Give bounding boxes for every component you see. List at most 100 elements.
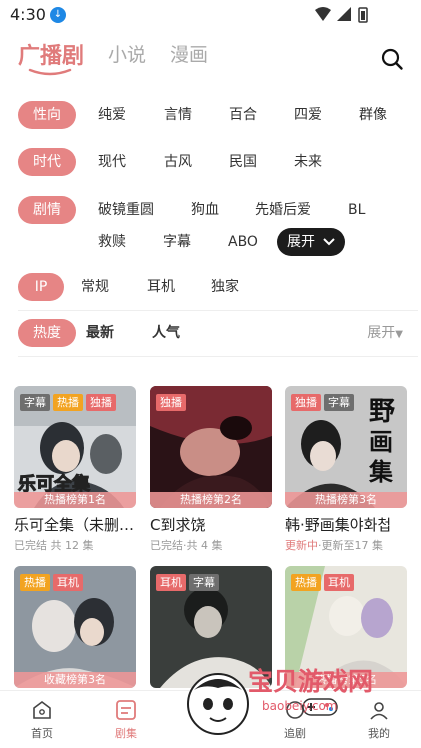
filter-era: 时代 现代 古风 民国 未来: [18, 148, 418, 176]
status-icons: [315, 7, 368, 23]
filter-option[interactable]: 狗血: [191, 196, 219, 224]
cover-title-art: 画: [369, 427, 393, 456]
watermark: 宝贝游戏网 baobeiy.com: [184, 652, 416, 744]
divider: [18, 356, 418, 357]
tag-headphones: 耳机: [324, 574, 354, 591]
sort-expand-button[interactable]: 展开▼: [367, 319, 403, 349]
tag-hot: 热播: [291, 574, 321, 591]
sort-row: 热度 最新 人气 展开▼: [18, 319, 421, 347]
rank-badge: 热播榜第1名: [14, 492, 136, 508]
filter-era-label[interactable]: 时代: [18, 148, 76, 176]
filter-plot-label[interactable]: 剧情: [18, 196, 76, 224]
tag-list: 独播: [156, 394, 186, 411]
filter-option[interactable]: 破镜重圆: [98, 196, 154, 224]
filter-option[interactable]: 现代: [98, 148, 126, 176]
watermark-mascot-icon: [187, 673, 249, 735]
card-title: 乐可全集（未删…: [14, 516, 135, 534]
sort-option-latest[interactable]: 最新: [86, 319, 114, 347]
filter-option[interactable]: 耳机: [147, 273, 175, 301]
filter-option[interactable]: 独家: [211, 273, 239, 301]
cover-image: 热播 耳机 收藏榜第3名: [14, 566, 136, 688]
tag-headphones: 耳机: [53, 574, 83, 591]
tag-subtitle: 字幕: [324, 394, 354, 411]
status-time: 4:30: [10, 5, 46, 24]
filter-option[interactable]: 古风: [164, 148, 192, 176]
caret-down-icon: ▼: [395, 329, 403, 340]
tab-comic[interactable]: 漫画: [170, 40, 208, 67]
chevron-down-icon: [323, 238, 336, 246]
divider: [18, 310, 418, 311]
nav-home[interactable]: 首页: [12, 699, 72, 741]
home-icon: [33, 701, 51, 719]
sort-option-popular[interactable]: 人气: [152, 319, 180, 347]
nav-home-label: 首页: [31, 727, 53, 740]
filter-option[interactable]: 民国: [229, 148, 257, 176]
tab-novel[interactable]: 小说: [108, 40, 146, 67]
tab-active-underline: [28, 68, 72, 76]
filter-ip: IP 常规 耳机 独家: [18, 273, 418, 301]
cover-image: 独播 热播榜第2名: [150, 386, 272, 508]
tag-list: 独播 字幕: [291, 394, 354, 411]
sort-option-hot[interactable]: 热度: [18, 319, 76, 347]
tag-exclusive: 独播: [291, 394, 321, 411]
card-subtitle: 更新中·更新至17 集: [285, 537, 383, 553]
drama-card[interactable]: 独播 热播榜第2名 C到求饶 已完结·共 4 集: [150, 386, 272, 556]
filter-ip-label[interactable]: IP: [18, 273, 64, 301]
filter-option[interactable]: 言情: [164, 101, 192, 129]
tag-exclusive: 独播: [156, 394, 186, 411]
filter-option[interactable]: 百合: [229, 101, 257, 129]
filter-option[interactable]: ABO: [228, 228, 258, 256]
card-episodes: 共 12 集: [47, 539, 94, 552]
tag-list: 热播 耳机: [291, 574, 354, 591]
tag-headphones: 耳机: [156, 574, 186, 591]
filter-option[interactable]: 常规: [81, 273, 109, 301]
filter-option[interactable]: 未来: [294, 148, 322, 176]
wifi-icon: [315, 7, 331, 21]
tab-audio-drama[interactable]: 广播剧: [18, 38, 84, 70]
episodes-icon: [116, 700, 136, 720]
download-icon: ↓: [50, 7, 66, 23]
watermark-url: baobeiy.com: [262, 699, 338, 713]
drama-card[interactable]: 野 画 集 独播 字幕 热播榜第3名 韩·野画集야화첩 更新中·更新至17 集: [285, 386, 407, 556]
status-bar: 4:30 ↓: [0, 0, 421, 30]
sort-expand-label: 展开: [367, 325, 396, 341]
filter-orientation-label[interactable]: 性向: [18, 101, 76, 129]
signal-icon: [337, 7, 351, 21]
filter-option[interactable]: 四爱: [294, 101, 322, 129]
drama-card[interactable]: 乐可全集 字幕 热播 独播 热播榜第1名 乐可全集（未删… 已完结 共 12 集: [14, 386, 136, 556]
tag-subtitle: 字幕: [20, 394, 50, 411]
cover-title-art: 野: [369, 397, 395, 427]
filter-option[interactable]: 群像: [359, 101, 387, 129]
card-episodes: ·更新至17 集: [318, 539, 383, 552]
filter-option[interactable]: 字幕: [163, 228, 191, 256]
filter-option[interactable]: BL: [348, 196, 365, 224]
nav-episodes-label: 剧集: [115, 727, 137, 740]
search-icon[interactable]: [380, 47, 404, 71]
card-status: 已完结: [14, 539, 47, 552]
filter-option[interactable]: 先婚后爱: [255, 196, 311, 224]
tag-hot: 热播: [53, 394, 83, 411]
filter-orientation: 性向 纯爱 言情 百合 四爱 群像: [18, 101, 418, 129]
cover-title-art: 集: [368, 457, 394, 486]
expand-button-label: 展开: [287, 234, 315, 250]
card-subtitle: 已完结 共 12 集: [14, 537, 94, 553]
drama-card[interactable]: 热播 耳机 收藏榜第3名: [14, 566, 136, 688]
cover-image: 野 画 集 独播 字幕 热播榜第3名: [285, 386, 407, 508]
filter-option[interactable]: 纯爱: [98, 101, 126, 129]
tag-list: 热播 耳机: [20, 574, 83, 591]
card-title: 韩·野画集야화첩: [285, 516, 392, 534]
nav-episodes[interactable]: 剧集: [96, 699, 156, 741]
rank-badge: 热播榜第2名: [150, 492, 272, 508]
expand-button[interactable]: 展开: [277, 228, 346, 256]
tag-list: 字幕 热播 独播: [20, 394, 116, 411]
tag-list: 耳机 字幕: [156, 574, 219, 591]
rank-badge: 收藏榜第3名: [14, 672, 136, 688]
card-status: 已完结: [150, 539, 183, 552]
filter-plot: 剧情 破镜重圆 狗血 先婚后爱 BL 救赎 字幕 ABO 展开: [18, 196, 418, 256]
watermark-text: 宝贝游戏网: [248, 667, 374, 696]
card-episodes: ·共 4 集: [183, 539, 223, 552]
rank-badge: 热播榜第3名: [285, 492, 407, 508]
filter-option[interactable]: 救赎: [98, 228, 126, 256]
cover-image: 乐可全集 字幕 热播 独播 热播榜第1名: [14, 386, 136, 508]
tag-exclusive: 独播: [86, 394, 116, 411]
